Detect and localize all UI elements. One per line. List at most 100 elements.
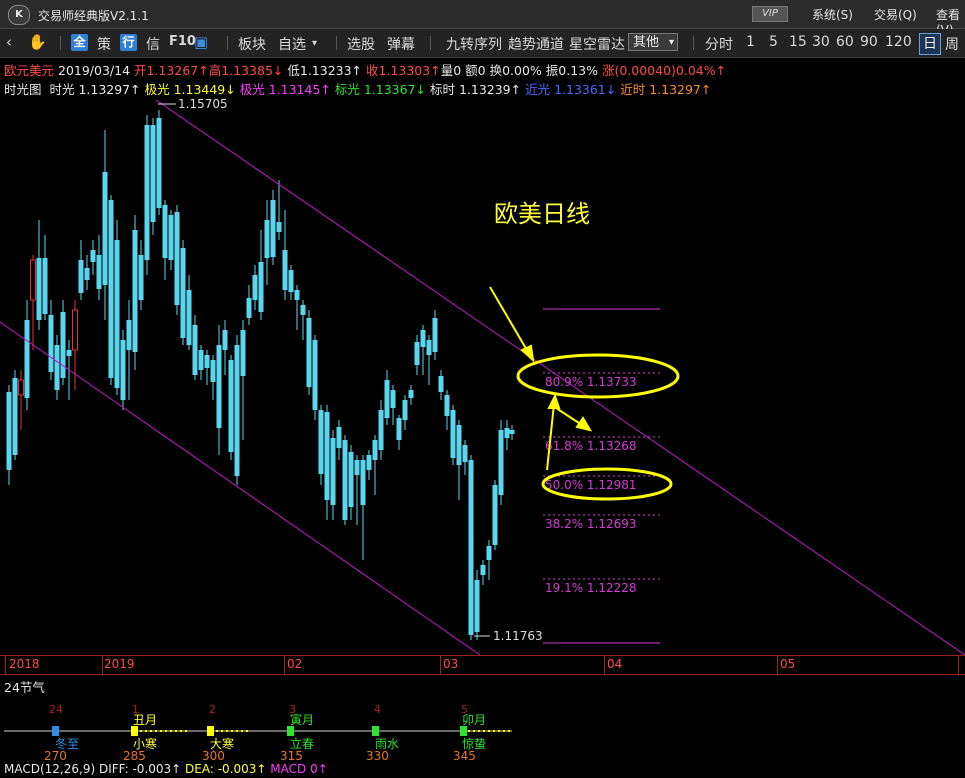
menu-system[interactable]: 系统(S) xyxy=(812,6,853,23)
fib-label-809: 80.9% 1.13733 xyxy=(545,375,637,389)
candle-body xyxy=(504,428,510,438)
ce-button[interactable]: 策 xyxy=(97,34,111,54)
period-1[interactable]: 1 xyxy=(746,34,755,50)
period-60[interactable]: 60 xyxy=(836,34,854,50)
biaoguang-value: 标光 1.13367↓ xyxy=(334,82,426,97)
danmu-button[interactable]: 弹幕 xyxy=(387,34,415,54)
svg-text:330: 330 xyxy=(366,749,389,763)
jiguang-low-value: 极光 1.13145↑ xyxy=(239,82,331,97)
fib-label-500: 50.0% 1.12981 xyxy=(545,478,637,492)
period-fenshi[interactable]: 分时 xyxy=(705,34,733,54)
period-week[interactable]: 周 xyxy=(945,34,959,54)
xingkong-button[interactable]: 星空雷达 xyxy=(569,34,625,54)
candle-body xyxy=(12,378,18,455)
period-5[interactable]: 5 xyxy=(769,34,778,50)
candle-body xyxy=(162,205,168,258)
xaxis-label-02: 02 xyxy=(287,657,303,671)
candle-body xyxy=(480,565,486,575)
candle-body xyxy=(258,262,264,312)
chart-annotation: 欧美日线 xyxy=(494,200,590,228)
candlestick-chart[interactable]: 1.15705 1.11763 80.9% 1.13733 61.8% 1.13… xyxy=(0,97,965,655)
candle-body xyxy=(444,395,450,416)
back-icon[interactable]: ‹ xyxy=(6,33,12,51)
biaoshi-value: 标时 1.13239↑ xyxy=(429,82,522,97)
candle-body xyxy=(498,430,504,495)
window-icon[interactable]: ▣ xyxy=(194,33,208,51)
candle-body xyxy=(90,250,96,262)
xuangu-button[interactable]: 选股 xyxy=(347,34,375,54)
candle-body xyxy=(174,212,180,305)
svg-text:4: 4 xyxy=(374,703,381,716)
other-dropdown[interactable]: 其他 ▾ xyxy=(628,33,678,51)
solar-terms-panel[interactable]: 24节气 24 冬至 270 1 丑月 小寒 285 2 大寒 300 3 寅月 xyxy=(0,675,965,774)
candle-body xyxy=(6,392,12,470)
solar-term-3: 3 寅月 立春 315 xyxy=(280,703,314,763)
candle-body xyxy=(216,345,222,428)
candle-body xyxy=(288,270,294,292)
candle-body xyxy=(408,390,414,398)
channel-lower-line xyxy=(0,321,481,655)
candle-body xyxy=(456,425,462,465)
zixuan-dropdown-icon[interactable]: ▾ xyxy=(312,38,317,49)
candle-body xyxy=(120,340,126,400)
period-30[interactable]: 30 xyxy=(812,34,830,50)
jiuzhuan-button[interactable]: 九转序列 xyxy=(446,34,502,54)
solar-term-2: 2 大寒 300 xyxy=(202,703,234,763)
candle-body xyxy=(312,340,318,410)
jiguang-high-value: 极光 1.13449↓ xyxy=(144,82,236,97)
quan-button[interactable]: 全 xyxy=(71,34,88,51)
period-90[interactable]: 90 xyxy=(860,34,878,50)
amplitude-value: 振0.13% xyxy=(545,63,598,78)
candle-body xyxy=(282,250,288,290)
candle-body xyxy=(509,430,515,434)
candle-body xyxy=(96,255,102,289)
candle-body xyxy=(180,248,186,338)
candle-body xyxy=(486,546,492,560)
period-day[interactable]: 日 xyxy=(919,33,941,55)
candle-body xyxy=(324,412,330,500)
app-title: 交易师经典版V2.1.1 xyxy=(38,9,149,23)
menu-trade[interactable]: 交易(Q) xyxy=(874,6,917,23)
svg-text:270: 270 xyxy=(44,749,67,763)
candle-body xyxy=(366,455,372,470)
candle-body xyxy=(432,318,438,352)
solar-term-5: 5 卯月 惊蛰 345 xyxy=(453,703,486,763)
svg-text:285: 285 xyxy=(123,749,146,763)
jinguang-value: 近光 1.13361↓ xyxy=(525,82,617,97)
period-15[interactable]: 15 xyxy=(789,34,807,50)
f10-button[interactable]: F10 xyxy=(169,34,196,49)
candle-body xyxy=(72,309,78,351)
candle-body xyxy=(78,260,84,293)
solar-term-0: 24 冬至 270 xyxy=(44,703,79,763)
hand-icon[interactable]: ✋ xyxy=(28,33,47,51)
period-120[interactable]: 120 xyxy=(885,34,912,50)
candle-body xyxy=(306,318,312,387)
bankuai-button[interactable]: 板块 xyxy=(238,34,266,54)
candle-body xyxy=(138,255,144,300)
vip-badge[interactable]: VIP xyxy=(752,6,788,22)
candle-body xyxy=(114,240,120,388)
candle-body xyxy=(222,330,228,350)
toolbar: ‹ ✋ 全 策 行 信 F10 ▣ 板块 自选 ▾ 选股 弹幕 九转序列 趋势通… xyxy=(0,29,965,58)
hang-button[interactable]: 行 xyxy=(120,34,137,51)
xin-button[interactable]: 信 xyxy=(146,34,160,54)
svg-text:345: 345 xyxy=(453,749,476,763)
candle-body xyxy=(66,350,72,356)
candle-body xyxy=(198,350,204,370)
candle-body xyxy=(462,445,468,462)
candle-body xyxy=(270,200,276,257)
qushi-button[interactable]: 趋势通道 xyxy=(508,34,564,54)
title-bar: K 交易师经典版V2.1.1 VIP 系统(S) 交易(Q) 查看(V) xyxy=(0,0,965,37)
candle-body xyxy=(372,440,378,460)
candle-body xyxy=(330,438,336,505)
other-label: 其他 xyxy=(633,35,660,50)
candle-body xyxy=(60,312,66,378)
open-value: 开1.13267↑ xyxy=(134,63,209,78)
candle-body xyxy=(438,376,444,392)
close-value: 收1.13303↑ xyxy=(366,63,441,78)
time-axis: 2018 2019 02 03 04 05 xyxy=(0,655,965,675)
low-value: 低1.13233↑ xyxy=(287,63,363,78)
zixuan-button[interactable]: 自选 xyxy=(278,34,306,54)
symbol-name: 欧元美元 xyxy=(4,63,55,78)
candle-body xyxy=(390,390,396,408)
